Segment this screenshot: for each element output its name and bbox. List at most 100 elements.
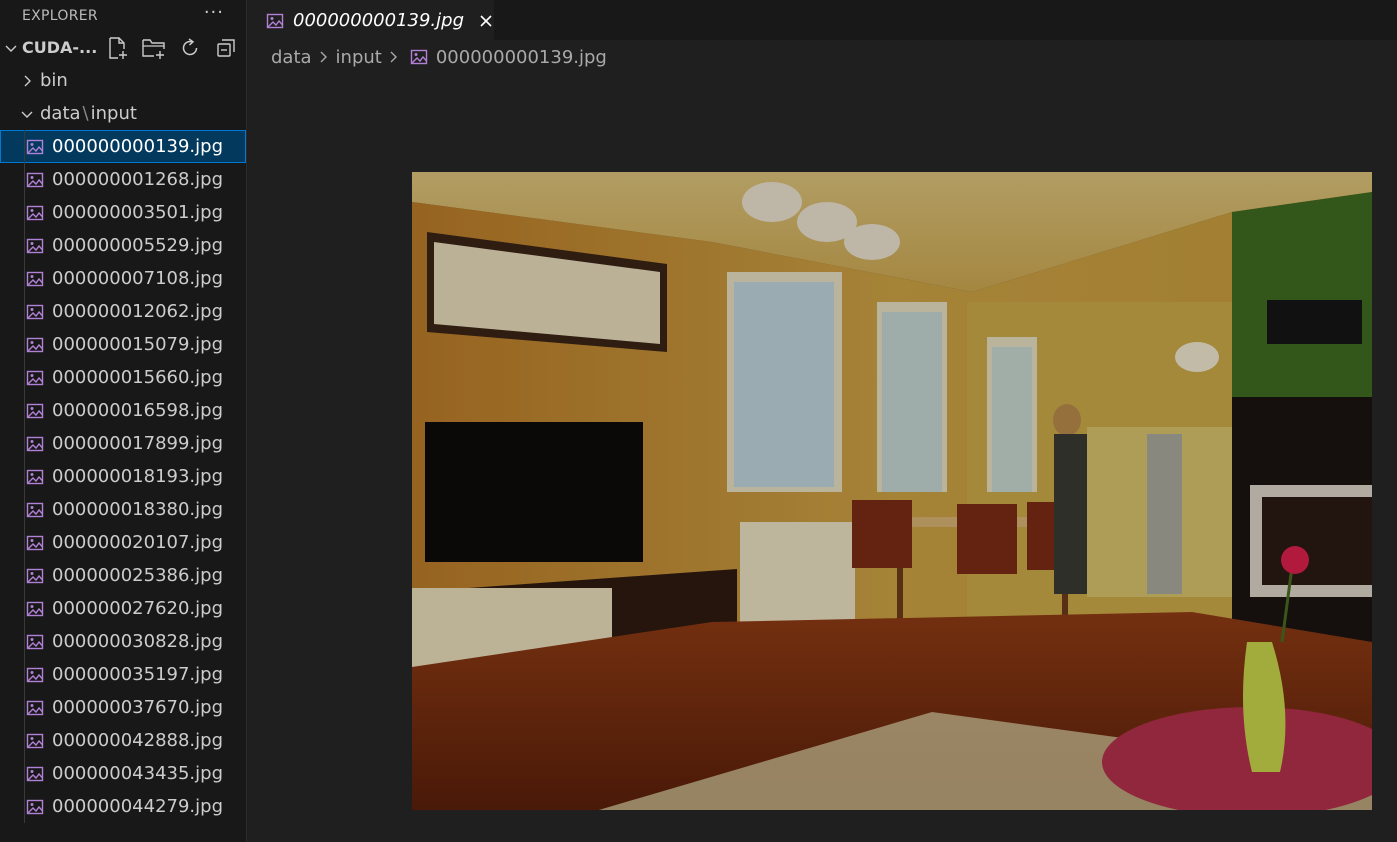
- editor-area: 000000000139.jpg data input 000000000139…: [248, 0, 1397, 842]
- indent-guide: [24, 130, 25, 163]
- refresh-icon[interactable]: [175, 35, 205, 61]
- file-item[interactable]: 000000007108.jpg: [0, 262, 246, 295]
- image-file-icon: [26, 765, 44, 783]
- file-item-label: 000000018193.jpg: [52, 466, 223, 487]
- chevron-right-icon: [318, 49, 330, 65]
- image-file-icon: [26, 600, 44, 618]
- file-item-label: 000000003501.jpg: [52, 202, 223, 223]
- file-item[interactable]: 000000027620.jpg: [0, 592, 246, 625]
- image-file-icon: [26, 270, 44, 288]
- indent-guide: [24, 460, 25, 493]
- image-file-icon: [26, 798, 44, 816]
- file-item[interactable]: 000000001268.jpg: [0, 163, 246, 196]
- file-item-label: 000000000139.jpg: [52, 136, 223, 157]
- indent-guide: [24, 262, 25, 295]
- explorer-sidebar: EXPLORER ··· CUDA-... bin data \ input 0…: [0, 0, 247, 842]
- image-file-icon: [26, 732, 44, 750]
- workspace-root-folder[interactable]: CUDA-...: [0, 31, 246, 64]
- file-item[interactable]: 000000037670.jpg: [0, 691, 246, 724]
- indent-guide: [24, 658, 25, 691]
- collapse-all-icon[interactable]: [211, 35, 241, 61]
- file-item[interactable]: 000000030828.jpg: [0, 625, 246, 658]
- file-item-label: 000000042888.jpg: [52, 730, 223, 751]
- image-file-icon: [26, 501, 44, 519]
- file-item[interactable]: 000000043435.jpg: [0, 757, 246, 790]
- image-file-icon: [410, 48, 428, 66]
- file-item-label: 000000015660.jpg: [52, 367, 223, 388]
- indent-guide: [24, 295, 25, 328]
- workspace-root-label: CUDA-...: [22, 38, 98, 57]
- file-item-label: 000000025386.jpg: [52, 565, 223, 586]
- folder-data-input[interactable]: data \ input: [0, 97, 246, 130]
- folder-data-label: data: [40, 103, 81, 124]
- file-item[interactable]: 000000020107.jpg: [0, 526, 246, 559]
- indent-guide: [24, 724, 25, 757]
- image-file-icon: [26, 336, 44, 354]
- indent-guide: [24, 625, 25, 658]
- image-file-icon: [26, 138, 44, 156]
- file-item[interactable]: 000000015079.jpg: [0, 328, 246, 361]
- indent-guide: [24, 691, 25, 724]
- file-item-label: 000000027620.jpg: [52, 598, 223, 619]
- file-item[interactable]: 000000025386.jpg: [0, 559, 246, 592]
- breadcrumb-file[interactable]: 000000000139.jpg: [436, 47, 607, 68]
- new-folder-icon[interactable]: [139, 35, 169, 61]
- tab-label: 000000000139.jpg: [293, 10, 464, 31]
- file-item[interactable]: 000000018380.jpg: [0, 493, 246, 526]
- file-item-label: 000000015079.jpg: [52, 334, 223, 355]
- image-file-icon: [26, 633, 44, 651]
- image-file-icon: [26, 435, 44, 453]
- file-item[interactable]: 000000015660.jpg: [0, 361, 246, 394]
- close-icon[interactable]: [478, 12, 494, 30]
- breadcrumb-data[interactable]: data: [271, 47, 312, 68]
- file-item-label: 000000020107.jpg: [52, 532, 223, 553]
- file-item[interactable]: 000000003501.jpg: [0, 196, 246, 229]
- file-item[interactable]: 000000000139.jpg: [0, 130, 246, 163]
- indent-guide: [24, 790, 25, 823]
- chevron-down-icon: [18, 105, 36, 123]
- image-file-icon: [26, 171, 44, 189]
- indent-guide: [24, 361, 25, 394]
- file-item-label: 000000005529.jpg: [52, 235, 223, 256]
- breadcrumb: data input 000000000139.jpg: [248, 40, 1397, 74]
- image-file-icon: [26, 237, 44, 255]
- explorer-actions: [103, 35, 241, 61]
- indent-guide: [24, 196, 25, 229]
- new-file-icon[interactable]: [103, 35, 133, 61]
- living-room-photo: [412, 172, 1372, 810]
- indent-guide: [24, 559, 25, 592]
- indent-guide: [24, 526, 25, 559]
- file-item[interactable]: 000000016598.jpg: [0, 394, 246, 427]
- file-item[interactable]: 000000005529.jpg: [0, 229, 246, 262]
- file-item-label: 000000044279.jpg: [52, 796, 223, 817]
- file-item[interactable]: 000000035197.jpg: [0, 658, 246, 691]
- file-item[interactable]: 000000017899.jpg: [0, 427, 246, 460]
- indent-guide: [24, 328, 25, 361]
- indent-guide: [24, 394, 25, 427]
- folder-bin[interactable]: bin: [0, 64, 246, 97]
- file-item-label: 000000007108.jpg: [52, 268, 223, 289]
- image-file-icon: [26, 699, 44, 717]
- file-item[interactable]: 000000044279.jpg: [0, 790, 246, 823]
- image-file-icon: [26, 666, 44, 684]
- file-item-label: 000000037670.jpg: [52, 697, 223, 718]
- indent-guide: [24, 163, 25, 196]
- indent-guide: [24, 757, 25, 790]
- breadcrumb-input[interactable]: input: [336, 47, 382, 68]
- image-file-icon: [26, 204, 44, 222]
- file-item-label: 000000016598.jpg: [52, 400, 223, 421]
- indent-guide: [24, 427, 25, 460]
- file-item[interactable]: 000000042888.jpg: [0, 724, 246, 757]
- more-actions-icon[interactable]: ···: [204, 3, 224, 22]
- file-item[interactable]: 000000018193.jpg: [0, 460, 246, 493]
- file-item-label: 000000043435.jpg: [52, 763, 223, 784]
- file-item-label: 000000035197.jpg: [52, 664, 223, 685]
- chevron-right-icon: [18, 72, 36, 90]
- file-item-label: 000000001268.jpg: [52, 169, 223, 190]
- file-item-label: 000000018380.jpg: [52, 499, 223, 520]
- chevron-right-icon: [388, 49, 400, 65]
- file-item-label: 000000030828.jpg: [52, 631, 223, 652]
- tab-active-image[interactable]: 000000000139.jpg: [248, 0, 494, 40]
- explorer-title: EXPLORER: [22, 7, 98, 24]
- file-item[interactable]: 000000012062.jpg: [0, 295, 246, 328]
